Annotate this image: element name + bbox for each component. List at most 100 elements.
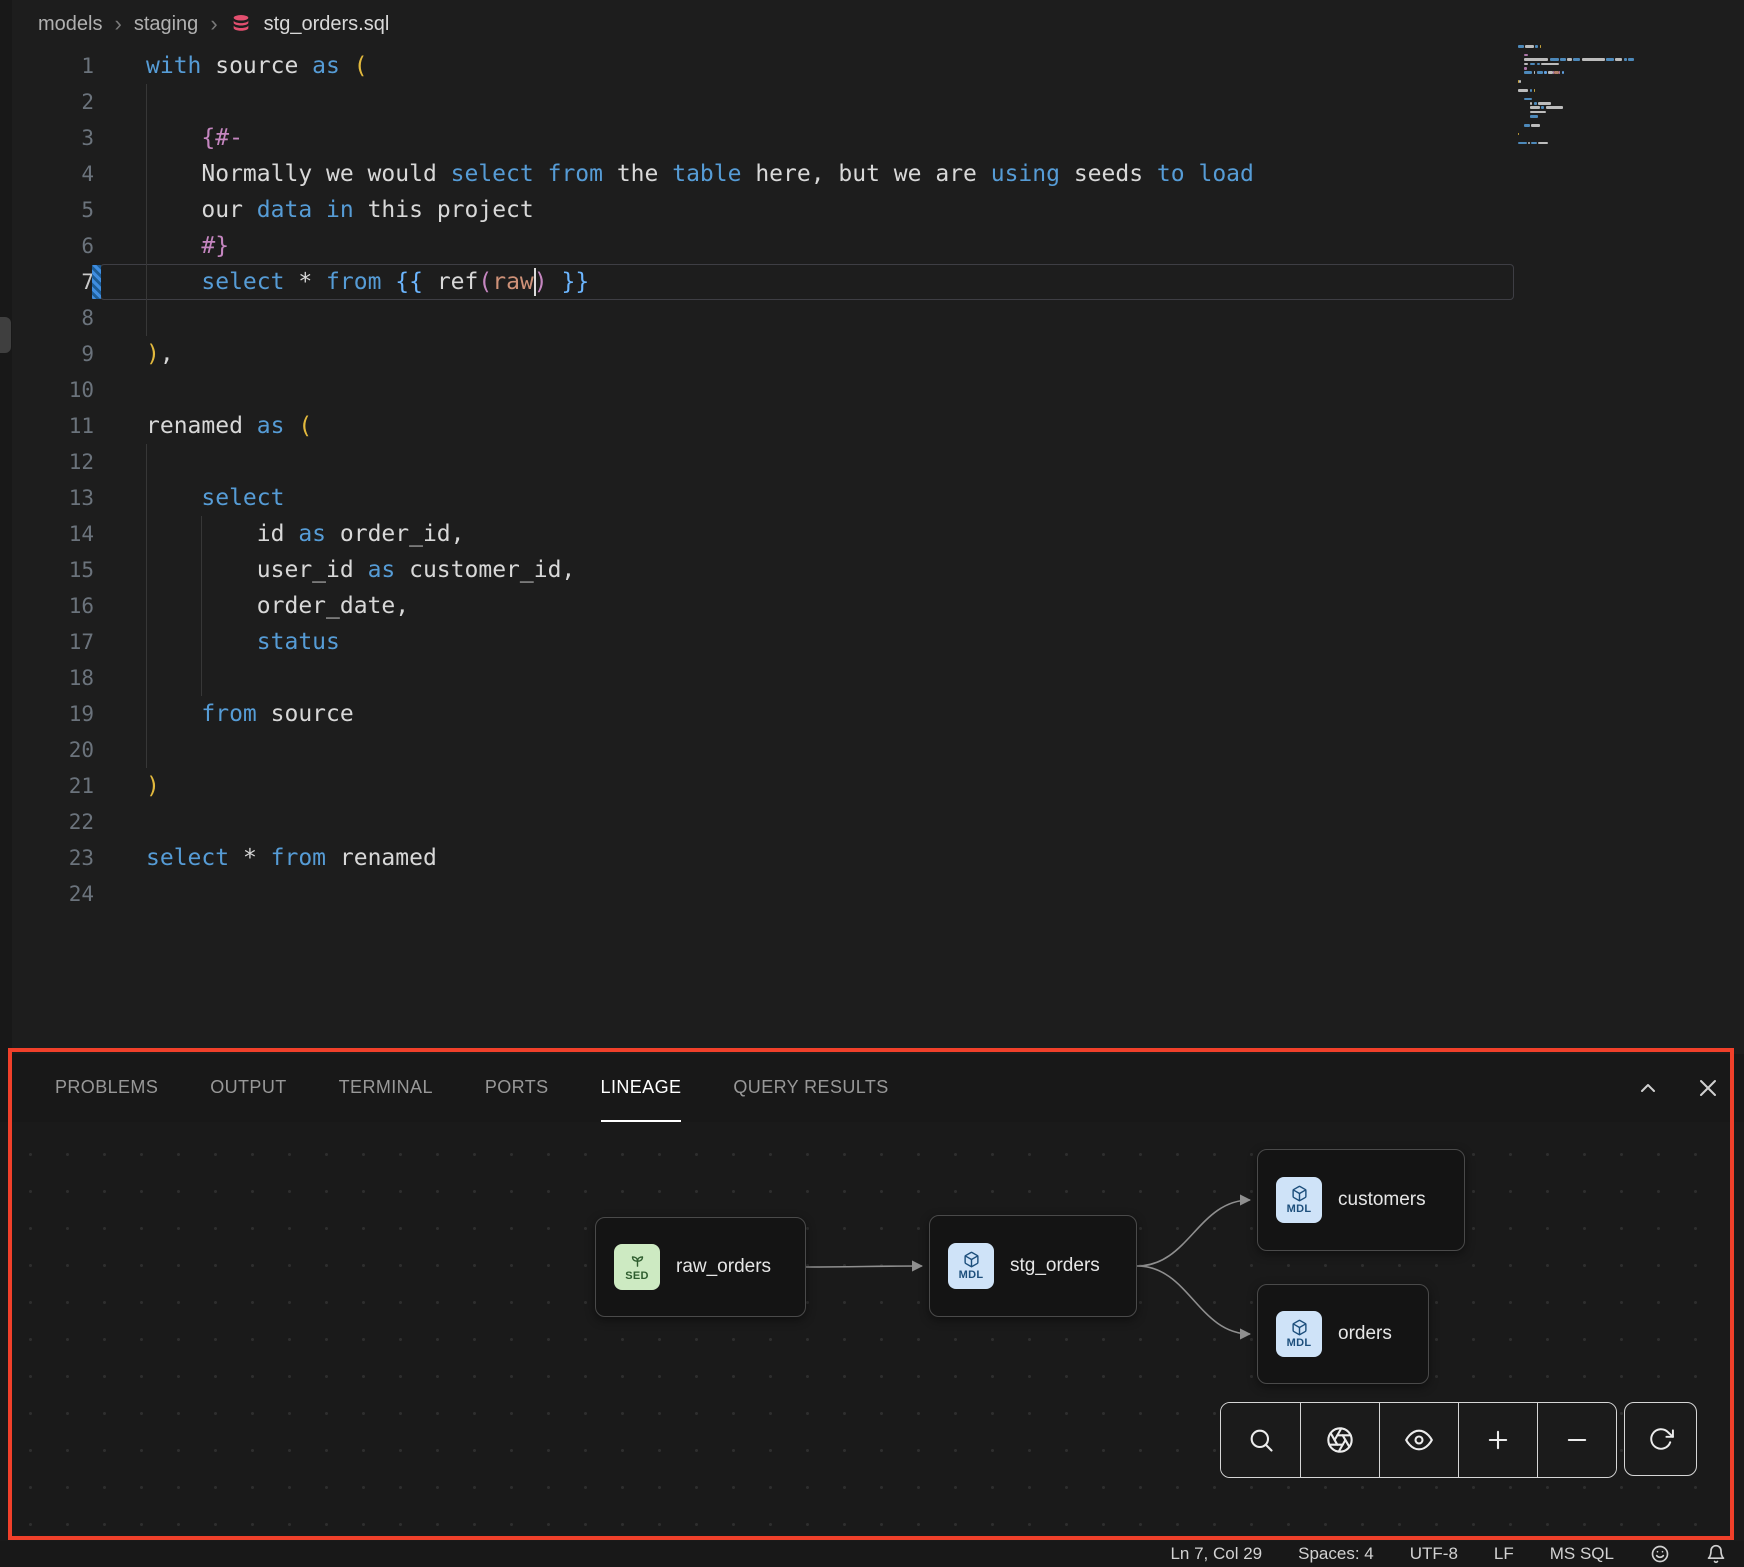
editor-line[interactable]: 17 status [0, 624, 1744, 660]
node-label: raw_orders [676, 1256, 771, 1278]
status-indentation[interactable]: Spaces: 4 [1298, 1544, 1374, 1564]
editor-line[interactable]: 11renamed as ( [0, 408, 1744, 444]
breadcrumb-models[interactable]: models [38, 13, 102, 36]
indent-guide [146, 624, 147, 660]
left-edge-indicator[interactable] [0, 317, 11, 353]
editor-line[interactable]: 23select * from renamed [0, 840, 1744, 876]
node-label: orders [1338, 1323, 1392, 1345]
refresh-button[interactable] [1624, 1402, 1697, 1476]
lineage-edge [1137, 1200, 1250, 1266]
feedback-button[interactable] [1650, 1544, 1670, 1564]
editor-line[interactable]: 2 [0, 84, 1744, 120]
aperture-button[interactable] [1300, 1403, 1379, 1477]
line-number[interactable]: 2 [0, 84, 146, 120]
line-number[interactable]: 12 [0, 444, 146, 480]
line-number[interactable]: 5 [0, 192, 146, 228]
text-cursor [534, 268, 536, 296]
search-button[interactable] [1221, 1403, 1300, 1477]
editor-line[interactable]: 16 order_date, [0, 588, 1744, 624]
editor-line[interactable]: 7 select * from {{ ref(raw) }} [0, 264, 1744, 300]
editor-line[interactable]: 6 #} [0, 228, 1744, 264]
panel-close-button[interactable] [1696, 1076, 1720, 1100]
line-number[interactable]: 4 [0, 156, 146, 192]
line-number[interactable]: 10 [0, 372, 146, 408]
editor-line[interactable]: 15 user_id as customer_id, [0, 552, 1744, 588]
line-number[interactable]: 6 [0, 228, 146, 264]
code-token [534, 161, 548, 187]
code-token: as [312, 53, 340, 79]
lineage-node-raw_orders[interactable]: SEDraw_orders [595, 1217, 806, 1317]
line-number[interactable]: 17 [0, 624, 146, 660]
notifications-button[interactable] [1706, 1544, 1726, 1564]
panel-tab-ports[interactable]: PORTS [485, 1054, 549, 1122]
lineage-node-orders[interactable]: MDL orders [1257, 1284, 1429, 1384]
zoom-out-button[interactable] [1537, 1403, 1616, 1477]
line-number[interactable]: 16 [0, 588, 146, 624]
code-token: id [146, 521, 298, 547]
panel-tab-output[interactable]: OUTPUT [210, 1054, 286, 1122]
lineage-edge [806, 1266, 922, 1267]
line-number[interactable]: 11 [0, 408, 146, 444]
editor-line[interactable]: 3 {#- [0, 120, 1744, 156]
zoom-in-button[interactable] [1458, 1403, 1537, 1477]
editor-line[interactable]: 19 from source [0, 696, 1744, 732]
panel-collapse-button[interactable] [1636, 1076, 1660, 1100]
line-number[interactable]: 15 [0, 552, 146, 588]
panel-tab-problems[interactable]: PROBLEMS [55, 1054, 158, 1122]
code-token: customer_id, [395, 557, 575, 583]
editor-line[interactable]: 4 Normally we would select from the tabl… [0, 156, 1744, 192]
editor-line[interactable]: 14 id as order_id, [0, 516, 1744, 552]
panel-tab-terminal[interactable]: TERMINAL [339, 1054, 433, 1122]
lineage-canvas[interactable]: SEDraw_orders MDLstg_orders MDLcustomers MD… [0, 1122, 1744, 1541]
plus-icon [1484, 1426, 1512, 1454]
line-number[interactable]: 19 [0, 696, 146, 732]
line-number[interactable]: 14 [0, 516, 146, 552]
status-bar: Ln 7, Col 29 Spaces: 4 UTF-8 LF MS SQL [0, 1541, 1744, 1567]
line-number[interactable]: 13 [0, 480, 146, 516]
line-number[interactable]: 18 [0, 660, 146, 696]
lineage-node-customers[interactable]: MDLcustomers [1257, 1149, 1465, 1251]
panel-tabbar: PROBLEMS OUTPUT TERMINAL PORTS LINEAGE Q… [0, 1054, 1744, 1122]
node-badge-label: MDL [1287, 1337, 1312, 1349]
indent-guide [146, 732, 147, 768]
status-language-mode[interactable]: MS SQL [1550, 1544, 1614, 1564]
editor-line[interactable]: 8 [0, 300, 1744, 336]
line-number[interactable]: 20 [0, 732, 146, 768]
line-number[interactable]: 21 [0, 768, 146, 804]
status-cursor-position[interactable]: Ln 7, Col 29 [1170, 1544, 1262, 1564]
code-token: in [326, 197, 354, 223]
line-number[interactable]: 22 [0, 804, 146, 840]
line-number[interactable]: 9 [0, 336, 146, 372]
editor-line[interactable]: 10 [0, 372, 1744, 408]
code-token: with [146, 53, 201, 79]
editor-line[interactable]: 13 select [0, 480, 1744, 516]
visibility-button[interactable] [1379, 1403, 1458, 1477]
line-number[interactable]: 23 [0, 840, 146, 876]
line-number[interactable]: 3 [0, 120, 146, 156]
editor-line[interactable]: 24 [0, 876, 1744, 912]
line-number[interactable]: 1 [0, 48, 146, 84]
breadcrumb-staging[interactable]: staging [134, 13, 199, 36]
breadcrumb-file[interactable]: stg_orders.sql [264, 13, 390, 36]
status-encoding[interactable]: UTF-8 [1410, 1544, 1458, 1564]
panel-tab-lineage[interactable]: LINEAGE [601, 1054, 682, 1122]
status-eol[interactable]: LF [1494, 1544, 1514, 1564]
editor-line[interactable]: 1with source as ( [0, 48, 1744, 84]
code-token: this project [354, 197, 534, 223]
minimap[interactable] [1518, 44, 1690, 174]
editor-line[interactable]: 18 [0, 660, 1744, 696]
editor-line[interactable]: 12 [0, 444, 1744, 480]
editor-line[interactable]: 9), [0, 336, 1744, 372]
editor-line[interactable]: 20 [0, 732, 1744, 768]
editor-line[interactable]: 5 our data in this project [0, 192, 1744, 228]
editor-line[interactable]: 22 [0, 804, 1744, 840]
line-number[interactable]: 7 [0, 264, 146, 300]
line-number[interactable]: 24 [0, 876, 146, 912]
code-token: , [160, 341, 174, 367]
cube-icon: MDL [1276, 1311, 1322, 1357]
panel-tab-query-results[interactable]: QUERY RESULTS [733, 1054, 888, 1122]
line-number[interactable]: 8 [0, 300, 146, 336]
editor-code[interactable]: 1with source as (23 {#-4 Normally we wou… [0, 48, 1744, 912]
editor-line[interactable]: 21) [0, 768, 1744, 804]
lineage-node-stg_orders[interactable]: MDLstg_orders [929, 1215, 1137, 1317]
